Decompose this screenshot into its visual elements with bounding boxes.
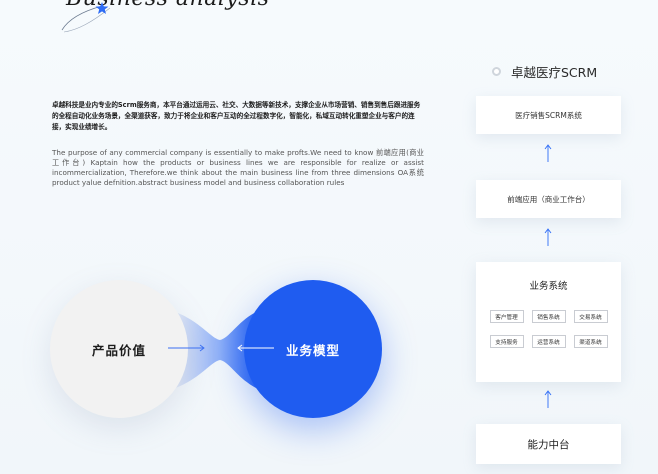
scrm-heading: 卓越医疗SCRM	[492, 62, 597, 81]
product-value-label: 产品价值	[91, 342, 146, 358]
business-chip-grid: 客户管理 销售系统 交易系统 支持服务 运营系统 渠道系统	[489, 310, 608, 348]
card-business-system-title: 业务系统	[529, 281, 568, 292]
swoosh-star-icon	[61, 2, 111, 33]
card-capability-platform-label: 能力中台	[527, 438, 570, 451]
arrow-right-icon	[168, 344, 205, 352]
card-capability-platform: 能力中台	[476, 424, 621, 464]
arrow-left-icon	[237, 344, 274, 352]
intro-chinese-paragraph: 卓越科技是业内专业的Scrm服务商，本平台通过运用云、社交、大数据等新技术，支撑…	[52, 101, 421, 131]
arrow-up-icon	[544, 390, 552, 408]
ring-bullet-icon	[492, 67, 501, 76]
arrow-up-icon	[544, 144, 552, 162]
scrm-title-text: 卓越医疗SCRM	[511, 65, 598, 80]
intro-english-paragraph: The purpose of any commercial company is…	[52, 148, 424, 187]
chip-operations-system: 运营系统	[531, 335, 566, 348]
chip-channel-system: 渠道系统	[573, 335, 608, 348]
card-frontend-app: 前端应用（商业工作台）	[476, 180, 621, 218]
arrow-up-icon	[544, 228, 552, 246]
chip-trade-system: 交易系统	[573, 310, 608, 323]
card-business-system: 业务系统 客户管理 销售系统 交易系统 支持服务 运营系统 渠道系统	[476, 262, 621, 382]
chip-support-service: 支持服务	[489, 335, 524, 348]
card-frontend-app-label: 前端应用（商业工作台）	[507, 194, 590, 204]
business-model-label: 业务模型	[285, 342, 340, 358]
card-medical-scrm: 医疗销售SCRM系统	[476, 96, 621, 134]
card-medical-scrm-label: 医疗销售SCRM系统	[515, 110, 582, 120]
chip-sales-system: 销售系统	[531, 310, 566, 323]
chip-customer-management: 客户管理	[489, 310, 524, 323]
